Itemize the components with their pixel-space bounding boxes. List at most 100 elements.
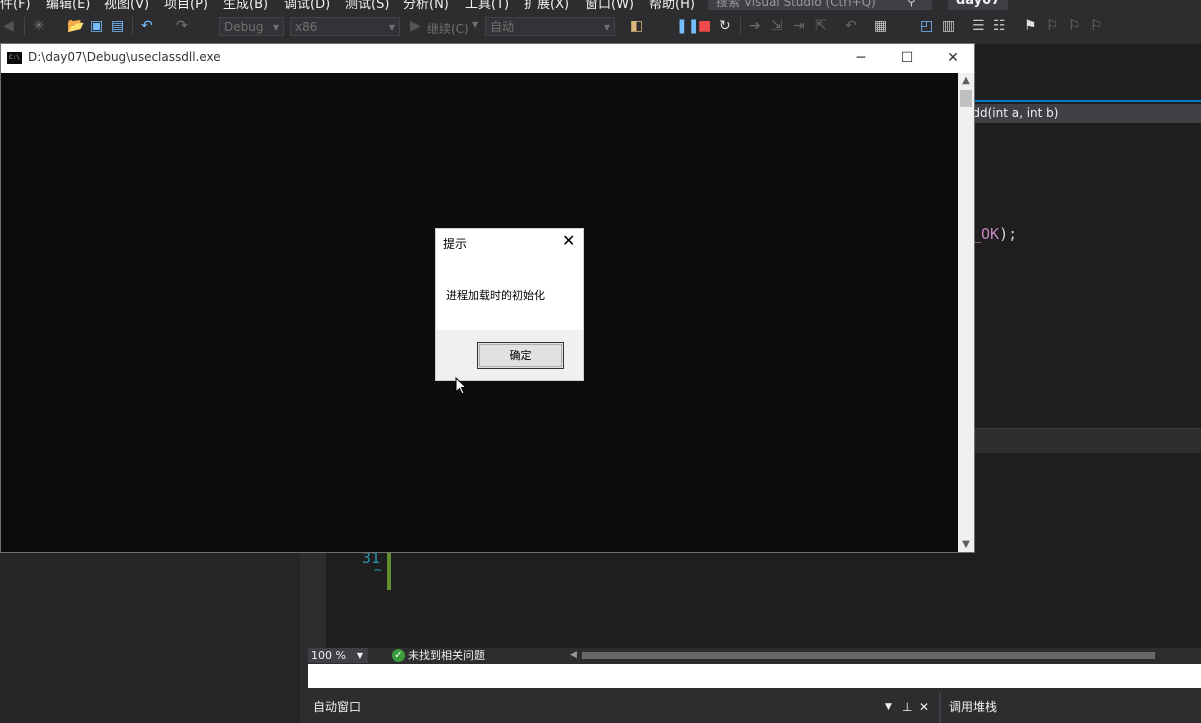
close-button[interactable]: ✕ — [930, 44, 976, 73]
toolbar-separator — [740, 17, 741, 35]
code-constant: _OK — [972, 225, 1000, 243]
menu-bar: 件(F) 编辑(E) 视图(V) 项目(P) 生成(B) 调试(D) 测试(S)… — [0, 0, 1201, 10]
console-title: D:\day07\Debug\useclassdll.exe — [28, 50, 221, 64]
comment-icon[interactable]: ☰ — [972, 19, 985, 33]
minimize-button[interactable]: ─ — [838, 44, 884, 73]
menu-build[interactable]: 生成(B) — [223, 0, 268, 10]
platform-dropdown[interactable]: x86 ▼ — [290, 17, 400, 36]
step-into-icon[interactable]: ⇲ — [771, 19, 783, 33]
uncomment-icon[interactable]: ☷ — [993, 19, 1006, 33]
collapse-marker: ~ — [374, 563, 382, 578]
zoom-value: 100 % — [311, 649, 346, 662]
hex-display-icon[interactable]: ▦ — [874, 19, 887, 33]
call-stack-title[interactable]: 调用堆栈 — [949, 697, 997, 717]
scrollbar-thumb[interactable] — [960, 90, 972, 107]
step-out-icon[interactable]: ⇱ — [815, 19, 827, 33]
console-app-icon: C:\ — [7, 52, 22, 64]
menu-view[interactable]: 视图(V) — [104, 0, 149, 10]
message-box-footer: 确定 — [436, 330, 583, 380]
console-scrollbar[interactable]: ▲ ▼ — [958, 73, 974, 552]
step-over-icon[interactable]: ⇥ — [793, 19, 805, 33]
toolbar: ◀ ✳ 📂 ▣ ▤ ↶ ↷ Debug ▼ x86 ▼ ▶ 继续(C) ▼ 自动 ▼ … — [0, 10, 1201, 44]
message-text: 进程加载时的初始化 — [446, 289, 545, 302]
horizontal-scrollbar-thumb[interactable] — [582, 652, 1155, 659]
threads-icon[interactable]: ◰ — [920, 19, 933, 33]
menu-test[interactable]: 测试(S) — [345, 0, 389, 10]
scroll-up-icon[interactable]: ▲ — [958, 75, 974, 86]
platform-value: x86 — [295, 20, 318, 34]
pin-icon[interactable]: ⊥ — [902, 697, 912, 717]
clear-bookmarks-icon[interactable]: ⚐ — [1090, 19, 1103, 33]
editor-status-bar: 100 % ▼ ✓ 未找到相关问题 ◀ — [308, 648, 1201, 664]
message-box-title: 提示 — [443, 237, 468, 251]
restart-icon[interactable]: ↻ — [719, 19, 731, 33]
process-icon[interactable]: ◧ — [630, 19, 643, 33]
pane-divider[interactable] — [939, 693, 941, 723]
chevron-down-icon: ▼ — [272, 23, 279, 32]
stop-icon[interactable]: ■ — [698, 19, 711, 33]
issues-status[interactable]: 未找到相关问题 — [408, 648, 485, 663]
menu-tools[interactable]: 工具(T) — [465, 0, 509, 10]
toolbar-separator — [24, 17, 25, 35]
check-icon: ✓ — [392, 649, 405, 662]
previous-bookmark-icon[interactable]: ⚐ — [1046, 19, 1059, 33]
thread-value: 自动 — [490, 20, 515, 34]
back-icon[interactable]: ◀ — [3, 19, 14, 33]
chevron-down-icon: ▼ — [603, 23, 610, 32]
editor-splitter[interactable] — [965, 428, 1201, 453]
zoom-dropdown[interactable]: 100 % ▼ — [308, 648, 368, 663]
play-icon[interactable]: ▶ — [410, 19, 421, 33]
save-all-icon[interactable]: ▤ — [111, 19, 124, 33]
active-tab-indicator — [965, 100, 1201, 102]
chevron-down-icon: ▼ — [388, 23, 395, 32]
thread-dropdown[interactable]: 自动 ▼ — [485, 17, 615, 36]
code-line: _OK); — [972, 225, 1017, 243]
autos-window-title[interactable]: 自动窗口 — [313, 697, 361, 717]
menu-analyze[interactable]: 分析(N) — [403, 0, 449, 10]
search-placeholder: 搜索 Visual Studio (Ctrl+Q) — [716, 0, 876, 9]
solution-name: day07 — [948, 0, 1009, 10]
undo-navigation-icon[interactable]: ↶ — [845, 19, 857, 33]
open-folder-icon[interactable]: 📂 — [67, 19, 84, 33]
menu-window[interactable]: 窗口(W) — [585, 0, 634, 10]
toolbar-separator — [132, 17, 133, 35]
member-navigation-dropdown[interactable]: add(int a, int b) — [965, 104, 1201, 123]
stack-frame-icon[interactable]: ▥ — [942, 19, 955, 33]
menu-file[interactable]: 件(F) — [0, 0, 31, 10]
menu-debug[interactable]: 调试(D) — [284, 0, 330, 10]
configuration-dropdown[interactable]: Debug ▼ — [219, 17, 284, 36]
menu-edit[interactable]: 编辑(E) — [46, 0, 90, 10]
chevron-down-icon[interactable]: ▼ — [885, 697, 892, 717]
chevron-down-icon[interactable]: ▼ — [472, 20, 478, 29]
pause-icon[interactable]: ❚❚ — [676, 19, 699, 33]
close-icon[interactable]: ✕ — [562, 233, 575, 249]
configuration-value: Debug — [224, 20, 264, 34]
search-icon[interactable]: ⚲ — [907, 0, 916, 8]
undo-icon[interactable]: ↶ — [141, 19, 153, 33]
bookmark-icon[interactable]: ⚑ — [1024, 19, 1037, 33]
scroll-left-icon[interactable]: ◀ — [570, 648, 577, 663]
continue-button[interactable]: 继续(C) — [427, 20, 469, 37]
new-project-icon[interactable]: ✳ — [33, 19, 45, 33]
menu-project[interactable]: 项目(P) — [164, 0, 208, 10]
redo-icon[interactable]: ↷ — [176, 19, 188, 33]
output-area[interactable] — [308, 664, 1201, 688]
menu-help[interactable]: 帮助(H) — [649, 0, 695, 10]
show-next-statement-icon[interactable]: ➔ — [749, 19, 761, 33]
code-punctuation: ); — [999, 225, 1018, 243]
ok-button[interactable]: 确定 — [477, 342, 564, 369]
save-icon[interactable]: ▣ — [90, 19, 103, 33]
console-titlebar[interactable]: C:\ D:\day07\Debug\useclassdll.exe ─ ☐ ✕ — [1, 44, 974, 73]
call-stack-header: 调用堆栈 — [944, 697, 1201, 717]
message-box: 提示 ✕ 进程加载时的初始化 确定 — [435, 228, 584, 381]
maximize-button[interactable]: ☐ — [884, 44, 930, 73]
close-icon[interactable]: ✕ — [919, 697, 929, 717]
left-panel — [0, 550, 300, 723]
next-bookmark-icon[interactable]: ⚐ — [1068, 19, 1081, 33]
member-navigation-value: add(int a, int b) — [965, 106, 1059, 120]
chevron-down-icon: ▼ — [356, 651, 363, 660]
autos-window-header: 自动窗口 ▼ ⊥ ✕ — [308, 697, 936, 717]
menu-extensions[interactable]: 扩展(X) — [524, 0, 569, 10]
scroll-down-icon[interactable]: ▼ — [958, 539, 974, 550]
mouse-cursor-icon — [455, 377, 467, 395]
